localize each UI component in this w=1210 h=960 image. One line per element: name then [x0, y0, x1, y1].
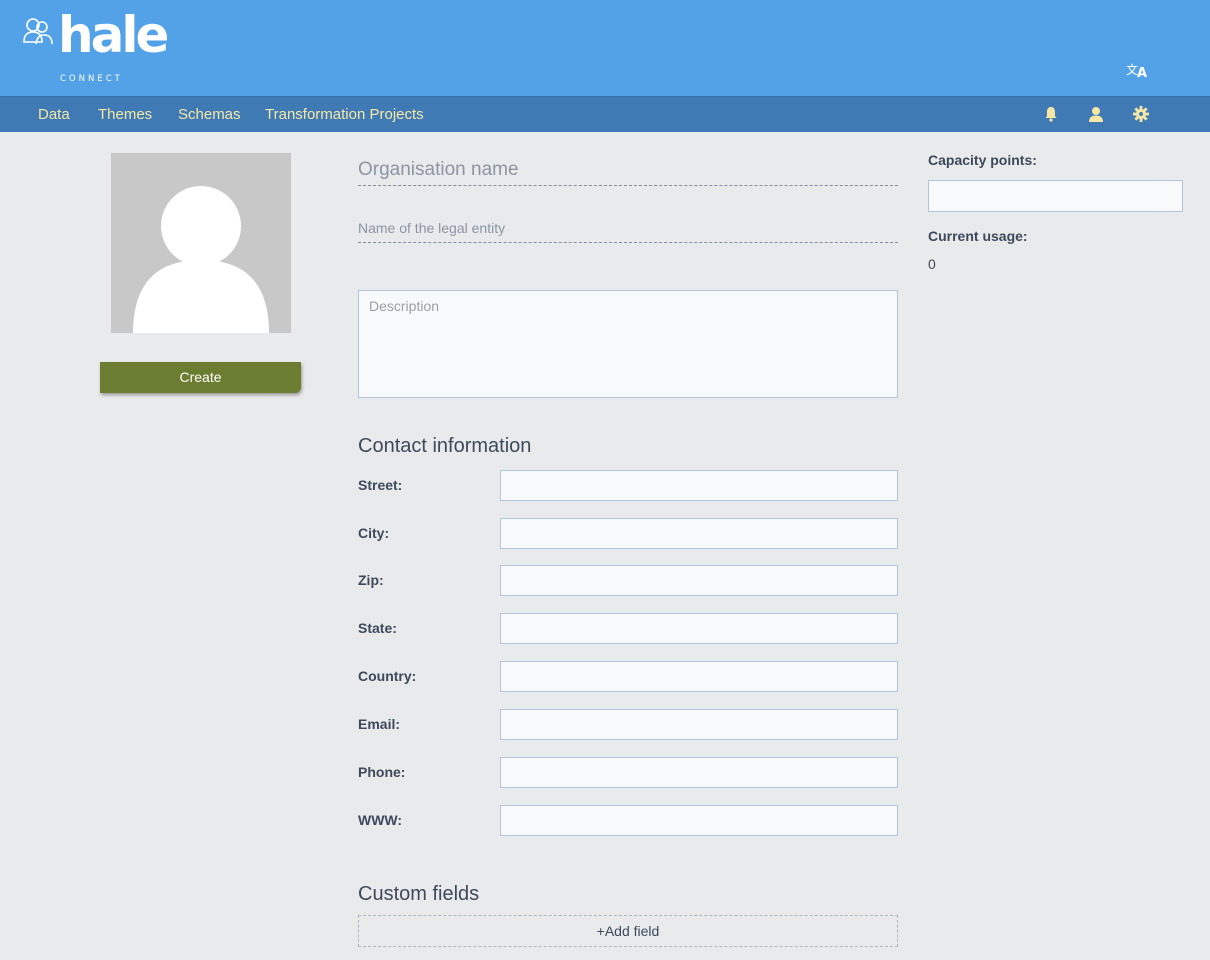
user-avatar-placeholder-icon — [133, 186, 269, 333]
www-input[interactable] — [500, 805, 898, 836]
logo-users-icon — [23, 18, 53, 45]
email-label: Email: — [358, 716, 401, 732]
description-textarea[interactable]: Description — [358, 290, 898, 398]
state-label: State: — [358, 620, 397, 636]
custom-fields-heading: Custom fields — [358, 883, 480, 905]
nav-item-data[interactable]: Data — [38, 97, 70, 133]
organisation-avatar[interactable] — [111, 153, 291, 333]
nav-item-transformation-projects[interactable]: Transformation Projects — [265, 97, 424, 133]
capacity-points-input[interactable] — [928, 180, 1183, 212]
zip-label: Zip: — [358, 572, 384, 588]
capacity-points-label: Capacity points: — [928, 152, 1037, 168]
nav-item-schemas[interactable]: Schemas — [178, 97, 241, 133]
nav-item-themes[interactable]: Themes — [98, 97, 152, 133]
current-usage-value: 0 — [928, 256, 936, 272]
logo-subtitle: CONNECT — [60, 74, 123, 84]
translate-icon[interactable]: 文 A — [1125, 60, 1149, 82]
email-input[interactable] — [500, 709, 898, 740]
phone-label: Phone: — [358, 764, 406, 780]
hale-connect-logo[interactable]: hale CONNECT — [22, 10, 172, 88]
country-label: Country: — [358, 668, 417, 684]
country-input[interactable] — [500, 661, 898, 692]
www-label: WWW: — [358, 812, 403, 828]
state-input[interactable] — [500, 613, 898, 644]
add-field-button[interactable]: +Add field — [358, 915, 898, 947]
user-icon[interactable] — [1087, 105, 1105, 123]
current-usage-label: Current usage: — [928, 228, 1028, 244]
main-navigation: Data Themes Schemas Transformation Proje… — [0, 96, 1210, 132]
organisation-name-input[interactable]: Organisation name — [358, 155, 898, 186]
contact-information-heading: Contact information — [358, 435, 532, 457]
city-label: City: — [358, 525, 390, 541]
gear-icon[interactable] — [1132, 105, 1150, 123]
legal-entity-input[interactable]: Name of the legal entity — [358, 216, 898, 243]
logo-wordmark: hale — [58, 6, 169, 64]
zip-input[interactable] — [500, 565, 898, 596]
app-header: hale CONNECT 文 A — [0, 0, 1210, 96]
create-button[interactable]: Create — [100, 362, 301, 393]
street-input[interactable] — [500, 470, 898, 501]
phone-input[interactable] — [500, 757, 898, 788]
street-label: Street: — [358, 477, 403, 493]
bell-icon[interactable] — [1042, 105, 1060, 123]
city-input[interactable] — [500, 518, 898, 549]
svg-text:A: A — [1137, 66, 1147, 81]
